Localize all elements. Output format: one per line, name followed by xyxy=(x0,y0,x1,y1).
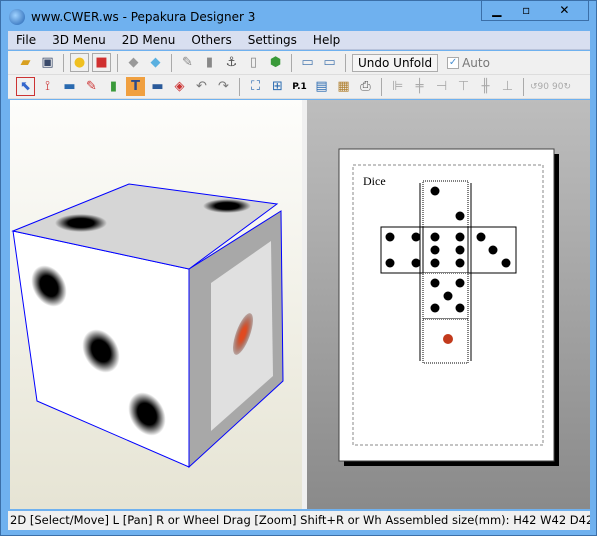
clipboard-icon[interactable]: ▦ xyxy=(334,77,353,96)
menu-bar: File 3D Menu 2D Menu Others Settings Hel… xyxy=(8,31,590,50)
align-middle-icon[interactable]: ╫ xyxy=(476,77,495,96)
window-right-icon[interactable]: ▭ xyxy=(320,53,339,72)
node-edit-icon[interactable]: ⟟ xyxy=(38,77,57,96)
printer-icon[interactable]: ⎙ xyxy=(356,77,375,96)
check-icon: ✓ xyxy=(447,56,460,69)
2d-view[interactable]: Dice xyxy=(307,100,590,509)
3d-view[interactable] xyxy=(10,100,302,509)
save-icon[interactable]: ▣ xyxy=(38,53,57,72)
app-window: www.CWER.ws - Pepakura Designer 3 ▁ ▫ ✕ … xyxy=(0,0,597,536)
anchor-icon[interactable]: ⚓ xyxy=(222,53,241,72)
rotate-left-label: 90 xyxy=(537,81,549,92)
page-number-icon[interactable]: P.1 xyxy=(290,77,309,96)
select-arrow-icon[interactable]: ⬉ xyxy=(16,77,35,96)
flap-icon[interactable]: ◈ xyxy=(170,77,189,96)
align-bottom-icon[interactable]: ⊥ xyxy=(498,77,517,96)
glue-bottle-icon[interactable]: ▮ xyxy=(104,77,123,96)
pattern-sheet: Dice xyxy=(338,148,559,466)
status-bar: 2D [Select/Move] L [Pan] R or Wheel Drag… xyxy=(8,511,590,530)
align-right-icon[interactable]: ⊣ xyxy=(432,77,451,96)
menu-2d[interactable]: 2D Menu xyxy=(114,31,184,49)
rotate-left-90-icon[interactable]: ↺ 90 xyxy=(530,77,549,96)
part-label: Dice xyxy=(363,174,386,188)
box-blue-icon[interactable]: ◆ xyxy=(146,53,165,72)
menu-others[interactable]: Others xyxy=(183,31,239,49)
app-logo-icon xyxy=(9,9,25,25)
cube-select-icon[interactable]: ⬢ xyxy=(266,53,285,72)
title-bar: www.CWER.ws - Pepakura Designer 3 xyxy=(9,7,255,27)
menu-file[interactable]: File xyxy=(8,31,44,49)
window-left-icon[interactable]: ▭ xyxy=(298,53,317,72)
toolbar-main: ▰ ▣ ● ■ ◆ ◆ ✎ ▮ ⚓ ▯ ⬢ ▭ ▭ Undo Unfold ✓ … xyxy=(8,51,590,75)
cylinder-icon[interactable]: ▮ xyxy=(200,53,219,72)
redo-icon[interactable]: ↷ xyxy=(214,77,233,96)
align-top-icon[interactable]: ⊤ xyxy=(454,77,473,96)
dice-3d-model xyxy=(11,183,284,469)
texture-icon[interactable]: ▬ xyxy=(60,77,79,96)
maximize-button[interactable]: ▫ xyxy=(511,1,540,20)
window-title: www.CWER.ws - Pepakura Designer 3 xyxy=(31,10,256,24)
arrange-icon[interactable]: ⊞ xyxy=(268,77,287,96)
minimize-button[interactable]: ▁ xyxy=(482,1,511,20)
undo-icon[interactable]: ↶ xyxy=(192,77,211,96)
menu-settings[interactable]: Settings xyxy=(240,31,305,49)
menu-3d[interactable]: 3D Menu xyxy=(44,31,114,49)
menu-help[interactable]: Help xyxy=(305,31,348,49)
pip xyxy=(55,214,107,232)
text-icon[interactable]: T xyxy=(126,77,145,96)
image-icon[interactable]: ▬ xyxy=(148,77,167,96)
fit-icon[interactable]: ⛶ xyxy=(246,77,265,96)
pip xyxy=(203,199,251,213)
auto-label: Auto xyxy=(462,55,490,70)
pencils-icon[interactable]: ✎ xyxy=(82,77,101,96)
close-button[interactable]: ✕ xyxy=(541,1,588,20)
toolbar-2d: ⬉ ⟟ ▬ ✎ ▮ T ▬ ◈ ↶ ↷ ⛶ ⊞ P.1 ▤ ▦ ⎙ ⊫ ╪ ⊣ … xyxy=(8,75,590,99)
box-gray-icon[interactable]: ◆ xyxy=(124,53,143,72)
panel-icon[interactable]: ▯ xyxy=(244,53,263,72)
save-multi-icon[interactable]: ▤ xyxy=(312,77,331,96)
color-cube-icon[interactable]: ■ xyxy=(92,53,111,72)
open-folder-icon[interactable]: ▰ xyxy=(16,53,35,72)
undo-unfold-button[interactable]: Undo Unfold xyxy=(352,53,439,72)
auto-checkbox[interactable]: ✓ Auto xyxy=(447,56,490,70)
rotate-right-label: 90 xyxy=(552,81,564,92)
align-left-icon[interactable]: ⊫ xyxy=(388,77,407,96)
light-bulb-icon[interactable]: ● xyxy=(70,53,89,72)
pencil-icon[interactable]: ✎ xyxy=(178,53,197,72)
rotate-right-90-icon[interactable]: 90 ↻ xyxy=(552,77,571,96)
align-center-icon[interactable]: ╪ xyxy=(410,77,429,96)
